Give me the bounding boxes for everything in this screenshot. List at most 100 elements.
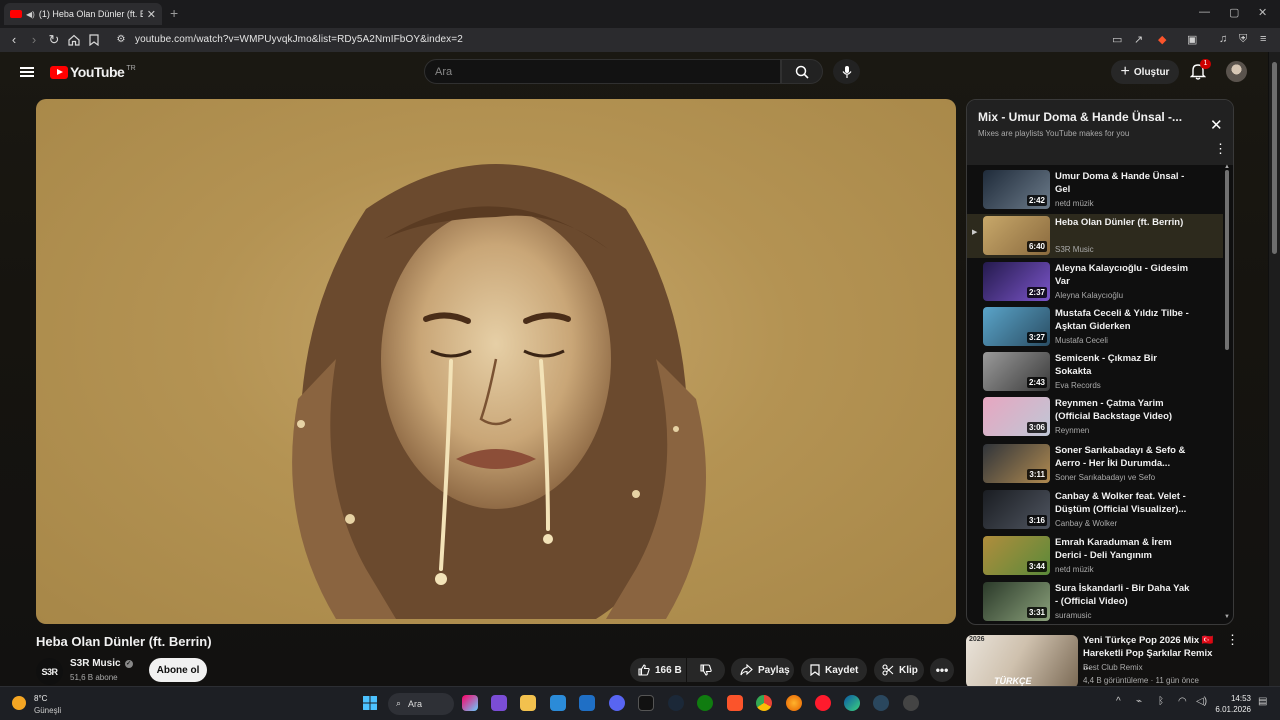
create-button[interactable]: + Oluştur xyxy=(1111,60,1179,84)
playlist-item-thumbnail[interactable]: 6:40 xyxy=(983,216,1050,255)
playlist-item-thumbnail[interactable]: 2:43 xyxy=(983,352,1050,391)
close-window-button[interactable]: ✕ xyxy=(1258,6,1267,19)
recommended-video-thumbnail[interactable]: 2026 TÜRKÇE xyxy=(966,635,1078,686)
like-button[interactable]: 166 B xyxy=(630,658,686,682)
outlook-icon[interactable] xyxy=(579,695,595,711)
scroll-down-icon[interactable]: ▼ xyxy=(1224,614,1230,620)
playlist-item[interactable]: 3:27 Mustafa Ceceli & Yıldız Tilbe - Aşkt… xyxy=(967,305,1223,349)
playlist-item[interactable]: 3:11 Soner Sarıkabadayı & Sefo & Aerro - … xyxy=(967,442,1223,486)
playlist-item-thumbnail[interactable]: 3:11 xyxy=(983,444,1050,483)
playlist-item-title[interactable]: Umur Doma & Hande Ünsal - Gel xyxy=(1055,170,1195,196)
settings-icon[interactable] xyxy=(903,695,919,711)
playlist-item[interactable]: 3:44 Emrah Karaduman & İrem Derici - Deli… xyxy=(967,534,1223,578)
more-actions-button[interactable]: ••• xyxy=(930,658,954,682)
taskbar-search[interactable]: ⌕ Ara xyxy=(388,693,454,715)
playlist-item-title[interactable]: Mustafa Ceceli & Yıldız Tilbe - Aşktan G… xyxy=(1055,307,1195,333)
playlist-item[interactable]: 2:43 Semicenk - Çıkmaz Bir Sokakta Eva Rec… xyxy=(967,350,1223,394)
playlist-item-thumbnail[interactable]: 2:42 xyxy=(983,170,1050,209)
opera-icon[interactable] xyxy=(815,695,831,711)
share-button[interactable]: Paylaş xyxy=(731,658,794,682)
playlist-item[interactable]: 3:16 Canbay & Wolker feat. Velet - Düştüm… xyxy=(967,488,1223,532)
recommended-channel[interactable]: Best Club Remix xyxy=(1083,663,1143,672)
copilot-icon[interactable] xyxy=(462,695,478,711)
voice-search-button[interactable] xyxy=(833,59,860,84)
browser-tab[interactable]: ◀) (1) Heba Olan Dünler (ft. Berrin) ✕ xyxy=(4,3,162,25)
microsoft-store-icon[interactable] xyxy=(550,695,566,711)
tab-close-icon[interactable]: ✕ xyxy=(147,8,156,21)
clip-button[interactable]: Klip xyxy=(874,658,924,682)
playlist-item[interactable]: ▶ 6:40 Heba Olan Dünler (ft. Berrin) S3R Mu… xyxy=(967,214,1223,258)
channel-avatar[interactable]: S3R xyxy=(36,658,63,685)
cast-icon[interactable]: ▭ xyxy=(1112,33,1122,46)
site-info-icon[interactable]: ⚙ xyxy=(113,34,129,45)
system-clock[interactable]: 14:53 6.01.2026 xyxy=(1215,693,1251,715)
dislike-button[interactable] xyxy=(687,658,725,682)
minimize-button[interactable]: — xyxy=(1199,6,1210,18)
edge-icon[interactable] xyxy=(844,695,860,711)
save-button[interactable]: Kaydet xyxy=(801,658,867,682)
bluetooth-icon[interactable]: ᛒ xyxy=(1158,696,1164,707)
playlist-item[interactable]: 2:37 Aleyna Kalaycıoğlu - Gidesim Var Aley… xyxy=(967,260,1223,304)
page-scrollbar[interactable] xyxy=(1269,52,1280,686)
playlist-item-title[interactable]: Sura İskandarli - Bir Daha Yak - (Offici… xyxy=(1055,582,1195,608)
close-playlist-icon[interactable]: ✕ xyxy=(1210,116,1223,134)
playlist-more-icon[interactable]: ⋮ xyxy=(1214,142,1227,155)
page-scrollbar-thumb[interactable] xyxy=(1272,62,1277,254)
sidebar-icon[interactable]: ▣ xyxy=(1187,33,1197,46)
brave-shields-icon[interactable]: ◆ xyxy=(1158,33,1166,46)
tray-overflow-icon[interactable]: ^ xyxy=(1116,696,1121,707)
app-purple-icon[interactable] xyxy=(491,695,507,711)
audio-playing-icon[interactable]: ◀) xyxy=(26,10,35,19)
reload-icon[interactable]: ↻ xyxy=(46,32,62,48)
xbox-icon[interactable] xyxy=(697,695,713,711)
brave-icon[interactable] xyxy=(727,695,743,711)
hamburger-menu-icon[interactable] xyxy=(20,67,34,77)
playlist-item-thumbnail[interactable]: 2:37 xyxy=(983,262,1050,301)
steam-alt-icon[interactable] xyxy=(873,695,889,711)
notification-center-icon[interactable]: ▤ xyxy=(1258,696,1267,707)
home-icon[interactable] xyxy=(68,34,80,46)
subscribe-button[interactable]: Abone ol xyxy=(149,658,207,682)
back-icon[interactable]: ‹ xyxy=(6,32,22,47)
wifi-icon[interactable]: ◠ xyxy=(1178,696,1187,707)
weather-sun-icon[interactable] xyxy=(12,696,26,710)
forward-icon[interactable]: › xyxy=(26,32,42,47)
menu-icon[interactable]: ≡ xyxy=(1260,33,1266,45)
account-avatar[interactable] xyxy=(1226,61,1247,82)
discord-icon[interactable] xyxy=(609,695,625,711)
start-windows-icon[interactable] xyxy=(362,695,378,711)
playlist-item[interactable]: 3:31 Sura İskandarli - Bir Daha Yak - (Of… xyxy=(967,580,1223,624)
volume-icon[interactable]: ◁) xyxy=(1196,696,1207,707)
maximize-button[interactable]: ▢ xyxy=(1229,6,1239,19)
channel-name[interactable]: S3R Music ✓ xyxy=(70,658,133,669)
video-player[interactable] xyxy=(36,99,956,624)
firefox-icon[interactable] xyxy=(786,695,802,711)
playlist-item-title[interactable]: Reynmen - Çatma Yarim (Official Backstag… xyxy=(1055,397,1195,423)
steam-icon[interactable] xyxy=(668,695,684,711)
epic-games-icon[interactable] xyxy=(638,695,654,711)
playlist-item-thumbnail[interactable]: 3:27 xyxy=(983,307,1050,346)
playlist-title[interactable]: Mix - Umur Doma & Hande Ünsal -... xyxy=(978,110,1182,124)
playlist-item-title[interactable]: Heba Olan Dünler (ft. Berrin) xyxy=(1055,216,1195,229)
search-button[interactable] xyxy=(781,59,823,84)
vpn-icon[interactable]: ⛨ xyxy=(1239,33,1247,46)
share-page-icon[interactable]: ↗ xyxy=(1134,33,1143,46)
search-input[interactable]: Ara xyxy=(424,59,781,84)
playlist-item-thumbnail[interactable]: 3:44 xyxy=(983,536,1050,575)
media-icon[interactable]: ♫ xyxy=(1219,33,1227,45)
new-tab-button[interactable]: + xyxy=(170,5,178,21)
playlist-item-thumbnail[interactable]: 3:16 xyxy=(983,490,1050,529)
youtube-logo[interactable]: YouTube TR xyxy=(50,64,136,80)
playlist-item-thumbnail[interactable]: 3:31 xyxy=(983,582,1050,621)
playlist-item[interactable]: 2:42 Umur Doma & Hande Ünsal - Gel netd mü… xyxy=(967,168,1223,212)
notifications-button[interactable]: 1 xyxy=(1189,59,1211,85)
playlist-item-title[interactable]: Semicenk - Çıkmaz Bir Sokakta xyxy=(1055,352,1195,378)
bookmark-icon[interactable] xyxy=(89,34,99,46)
playlist-item[interactable]: 3:06 Reynmen - Çatma Yarim (Official Back… xyxy=(967,395,1223,439)
network-icon[interactable]: ⌁ xyxy=(1136,696,1142,707)
chrome-icon[interactable] xyxy=(756,695,772,711)
playlist-scrollbar[interactable] xyxy=(1225,170,1229,350)
playlist-item-title[interactable]: Aleyna Kalaycıoğlu - Gidesim Var xyxy=(1055,262,1195,288)
playlist-item-title[interactable]: Canbay & Wolker feat. Velet - Düştüm (Of… xyxy=(1055,490,1195,516)
playlist-item-title[interactable]: Soner Sarıkabadayı & Sefo & Aerro - Her … xyxy=(1055,444,1195,470)
